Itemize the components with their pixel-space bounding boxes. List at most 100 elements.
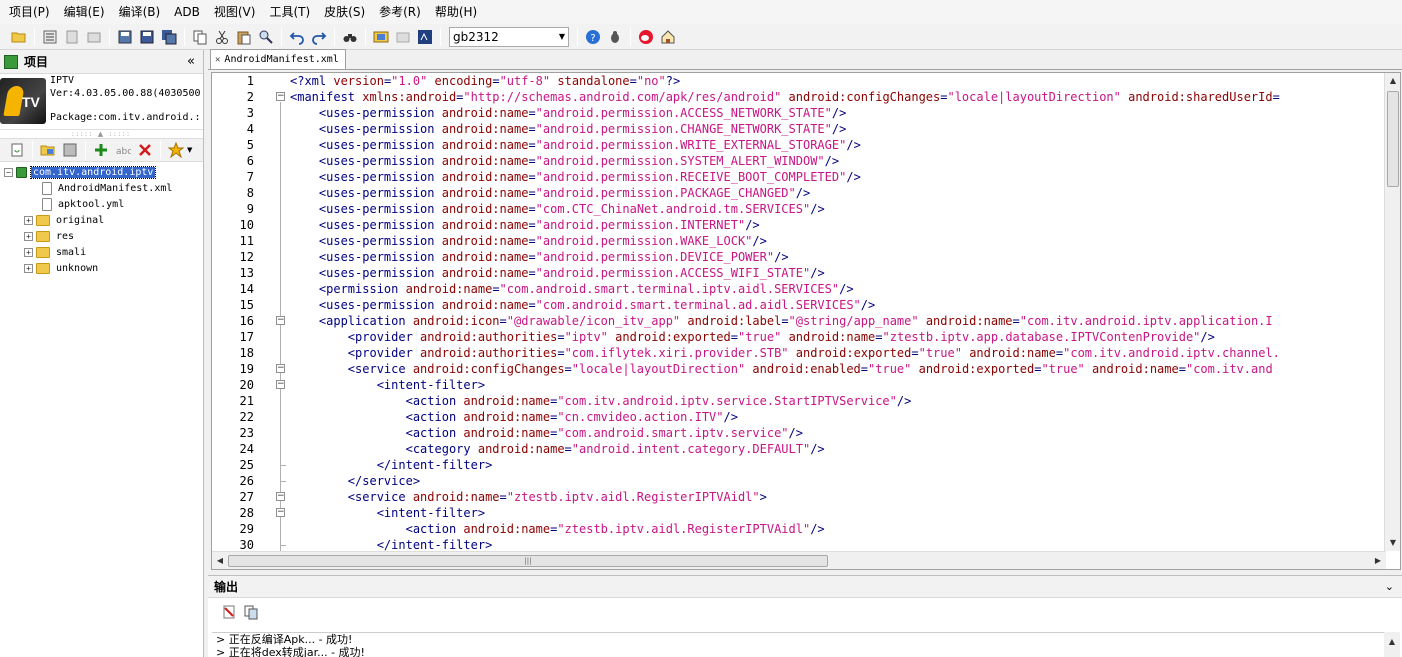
file-icon <box>42 197 52 211</box>
code-token: /> <box>896 394 912 408</box>
scroll-down-icon[interactable]: ▼ <box>1385 535 1401 551</box>
toolbar-separator <box>160 141 161 159</box>
code-token: /> <box>846 170 861 184</box>
tree-folder[interactable]: + unknown <box>0 260 203 276</box>
weibo-icon[interactable] <box>637 28 655 46</box>
code-token: "android.permission.INTERNET" <box>535 218 746 232</box>
open-folder-icon[interactable] <box>10 28 28 46</box>
menu-item[interactable]: 帮助(H) <box>428 1 484 23</box>
line-number: 22 <box>239 410 254 424</box>
collapse-output-button[interactable]: ⌄ <box>1385 580 1394 593</box>
open-folder-icon[interactable] <box>39 141 57 159</box>
code-token: <intent-filter> <box>376 378 486 392</box>
code-token: <service <box>347 490 413 504</box>
code-editor[interactable]: 1 2 3 4 5 6 7 8 9 10 11 12 13 14 15 16 17 18 19 20 21 22 23 24 2… <box>211 72 1401 570</box>
menu-item[interactable]: 编译(B) <box>112 1 168 23</box>
code-token: "com.itv.android.iptv.channel. <box>1063 346 1280 360</box>
save-icon[interactable] <box>116 28 134 46</box>
find-replace-icon[interactable] <box>257 28 275 46</box>
refresh-icon[interactable] <box>8 141 26 159</box>
save-as-icon[interactable] <box>138 28 156 46</box>
scroll-left-icon[interactable]: ◀ <box>212 553 228 569</box>
scrollbar-thumb[interactable]: ||| <box>228 555 828 567</box>
fold-toggle-icon[interactable]: − <box>276 92 285 101</box>
tree-root[interactable]: − com.itv.android.iptv <box>0 164 203 180</box>
scroll-up-icon[interactable]: ▲ <box>1384 634 1400 650</box>
fold-toggle-icon[interactable]: − <box>276 380 285 389</box>
toolbar-separator <box>85 141 86 159</box>
delete-icon[interactable] <box>136 141 154 159</box>
save-all-icon[interactable] <box>160 28 178 46</box>
home-icon[interactable] <box>659 28 677 46</box>
tree-folder[interactable]: + smali <box>0 244 203 260</box>
expand-icon[interactable]: + <box>24 263 33 273</box>
tab-androidmanifest[interactable]: ✕ AndroidManifest.xml <box>210 49 346 69</box>
install-icon[interactable] <box>85 28 103 46</box>
expand-icon[interactable]: + <box>24 247 33 257</box>
explore-icon[interactable] <box>61 141 79 159</box>
screenshot-icon[interactable] <box>372 28 390 46</box>
code-token: /> <box>824 154 840 168</box>
build-icon[interactable] <box>41 28 59 46</box>
tree-folder[interactable]: + res <box>0 228 203 244</box>
tree-file[interactable]: apktool.yml <box>0 196 203 212</box>
code-token: = <box>1012 314 1020 328</box>
add-icon[interactable] <box>92 141 110 159</box>
rename-icon[interactable]: abc <box>114 141 132 159</box>
close-icon[interactable]: ✕ <box>215 55 220 65</box>
encoding-select[interactable]: gb2312 ▼ <box>449 26 569 47</box>
chevron-down-icon[interactable]: ▼ <box>187 146 192 154</box>
scroll-right-icon[interactable]: ▶ <box>1370 553 1386 569</box>
clear-output-icon[interactable] <box>220 603 238 621</box>
menu-item[interactable]: 视图(V) <box>207 1 263 23</box>
collapse-panel-button[interactable]: « <box>187 54 195 69</box>
output-scrollbar[interactable]: ▲ <box>1384 632 1400 657</box>
redo-icon[interactable] <box>310 28 328 46</box>
tree-file[interactable]: AndroidManifest.xml <box>0 180 203 196</box>
copy-icon[interactable] <box>191 28 209 46</box>
bug-icon[interactable] <box>606 28 624 46</box>
paste-icon[interactable] <box>235 28 253 46</box>
code-text[interactable]: <?xml version = "1.0" encoding = "utf-8" sta… <box>290 73 1386 551</box>
horizontal-scrollbar[interactable]: ◀ ||| ▶ <box>212 551 1386 569</box>
vertical-scrollbar[interactable]: ▲ ▼ <box>1384 73 1400 551</box>
project-icon <box>16 166 27 178</box>
code-token: /> <box>774 250 789 264</box>
copy-output-icon[interactable] <box>242 603 260 621</box>
menu-bar: 项目(P) 编辑(E) 编译(B) ADB 视图(V) 工具(T) 皮肤(S) 参考(R) 帮助… <box>0 0 1402 24</box>
line-number: 26 <box>239 474 254 488</box>
menu-item[interactable]: 项目(P) <box>2 1 57 23</box>
menu-item[interactable]: 皮肤(S) <box>317 1 372 23</box>
splitter-grip[interactable]: ::::: ▲ ::::: <box>0 130 203 138</box>
undo-icon[interactable] <box>288 28 306 46</box>
sign-icon[interactable] <box>63 28 81 46</box>
device-icon[interactable] <box>394 28 412 46</box>
help-icon[interactable]: ? <box>584 28 602 46</box>
search-icon[interactable] <box>341 28 359 46</box>
fold-toggle-icon[interactable]: − <box>276 492 285 501</box>
scrollbar-thumb[interactable] <box>1387 91 1399 187</box>
cut-icon[interactable] <box>213 28 231 46</box>
menu-item[interactable]: 工具(T) <box>262 1 317 23</box>
code-token: = <box>528 298 536 312</box>
logcat-icon[interactable] <box>416 28 434 46</box>
code-token: = <box>528 186 536 200</box>
scroll-up-icon[interactable]: ▲ <box>1385 73 1401 89</box>
fold-toggle-icon[interactable]: − <box>276 364 285 373</box>
tree-root-label: com.itv.android.iptv <box>29 165 157 179</box>
code-line: <uses-permission android:name="android.p… <box>290 185 1386 201</box>
code-line: <uses-permission android:name="android.p… <box>290 233 1386 249</box>
code-token: "ztestb.iptv.aidl.RegisterIPTVAidl" <box>557 522 811 536</box>
code-token: /> <box>839 282 854 296</box>
collapse-icon[interactable]: − <box>4 167 13 177</box>
expand-icon[interactable]: + <box>24 231 33 241</box>
tree-folder[interactable]: + original <box>0 212 203 228</box>
fold-toggle-icon[interactable]: − <box>276 508 285 517</box>
menu-item[interactable]: 参考(R) <box>372 1 428 23</box>
favorite-star-icon[interactable] <box>167 141 185 159</box>
menu-item[interactable]: 编辑(E) <box>57 1 112 23</box>
expand-icon[interactable]: + <box>24 215 33 225</box>
fold-toggle-icon[interactable]: − <box>276 316 285 325</box>
menu-item[interactable]: ADB <box>167 1 207 23</box>
